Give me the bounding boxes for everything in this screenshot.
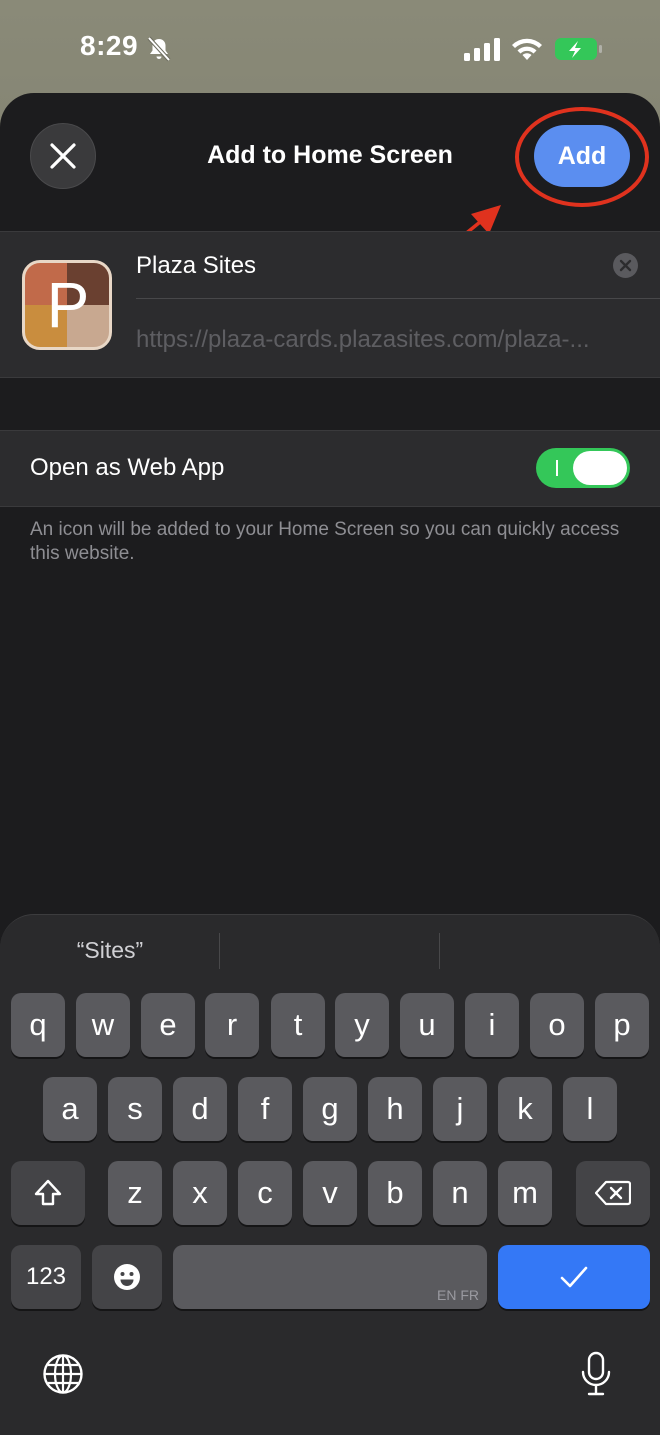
- status-bar: 8:29: [0, 0, 660, 95]
- key-a[interactable]: a: [43, 1077, 97, 1141]
- microphone-icon[interactable]: [580, 1351, 612, 1397]
- key-o[interactable]: o: [530, 993, 584, 1057]
- key-l[interactable]: l: [563, 1077, 617, 1141]
- bell-slash-icon: [147, 36, 171, 62]
- checkmark-icon: [560, 1266, 588, 1288]
- backspace-icon: [595, 1180, 631, 1206]
- toggle-on-mark: [556, 460, 558, 476]
- key-y[interactable]: y: [335, 993, 389, 1057]
- numbers-key[interactable]: 123: [11, 1245, 81, 1309]
- key-m[interactable]: m: [498, 1161, 552, 1225]
- key-q[interactable]: q: [11, 993, 65, 1057]
- key-j[interactable]: j: [433, 1077, 487, 1141]
- key-h[interactable]: h: [368, 1077, 422, 1141]
- emoji-icon: [114, 1264, 140, 1290]
- site-url: https://plaza-cards.plazasites.com/plaza…: [136, 326, 590, 353]
- toggle-knob: [573, 451, 627, 485]
- battery-charging-icon: [555, 38, 602, 60]
- web-app-toggle[interactable]: [536, 448, 630, 488]
- key-s[interactable]: s: [108, 1077, 162, 1141]
- key-v[interactable]: v: [303, 1161, 357, 1225]
- key-i[interactable]: i: [465, 993, 519, 1057]
- return-key[interactable]: [498, 1245, 650, 1309]
- web-app-row: Open as Web App: [0, 430, 660, 507]
- keyboard: “Sites” q w e r t y u i o p a s d f g h …: [0, 914, 660, 1435]
- cellular-signal-icon: [464, 38, 500, 61]
- key-p[interactable]: p: [595, 993, 649, 1057]
- key-n[interactable]: n: [433, 1161, 487, 1225]
- shift-key[interactable]: [11, 1161, 85, 1225]
- key-w[interactable]: w: [76, 993, 130, 1057]
- key-r[interactable]: r: [205, 993, 259, 1057]
- hint-text: An icon will be added to your Home Scree…: [30, 519, 620, 564]
- key-z[interactable]: z: [108, 1161, 162, 1225]
- site-card: P Plaza Sites https://plaza-cards.plazas…: [0, 231, 660, 378]
- wifi-icon: [512, 38, 542, 60]
- shift-icon: [34, 1179, 62, 1206]
- suggestion-1[interactable]: “Sites”: [0, 937, 220, 964]
- key-k[interactable]: k: [498, 1077, 552, 1141]
- suggestion-divider: [439, 933, 440, 969]
- emoji-key[interactable]: [92, 1245, 162, 1309]
- app-icon: P: [22, 260, 112, 350]
- key-c[interactable]: c: [238, 1161, 292, 1225]
- site-name-input[interactable]: Plaza Sites: [136, 252, 636, 280]
- key-e[interactable]: e: [141, 993, 195, 1057]
- clear-text-icon[interactable]: [613, 253, 638, 278]
- annotation-circle: [515, 107, 649, 207]
- key-b[interactable]: b: [368, 1161, 422, 1225]
- app-icon-letter: P: [46, 269, 90, 341]
- divider: [136, 298, 660, 299]
- web-app-label: Open as Web App: [30, 454, 225, 481]
- suggestion-divider: [219, 933, 220, 969]
- space-language-label: EN FR: [437, 1287, 479, 1303]
- key-f[interactable]: f: [238, 1077, 292, 1141]
- status-time: 8:29: [80, 30, 139, 61]
- key-u[interactable]: u: [400, 993, 454, 1057]
- space-key[interactable]: EN FR: [173, 1245, 487, 1309]
- globe-icon[interactable]: [42, 1353, 84, 1395]
- key-g[interactable]: g: [303, 1077, 357, 1141]
- key-d[interactable]: d: [173, 1077, 227, 1141]
- backspace-key[interactable]: [576, 1161, 650, 1225]
- key-x[interactable]: x: [173, 1161, 227, 1225]
- key-t[interactable]: t: [271, 993, 325, 1057]
